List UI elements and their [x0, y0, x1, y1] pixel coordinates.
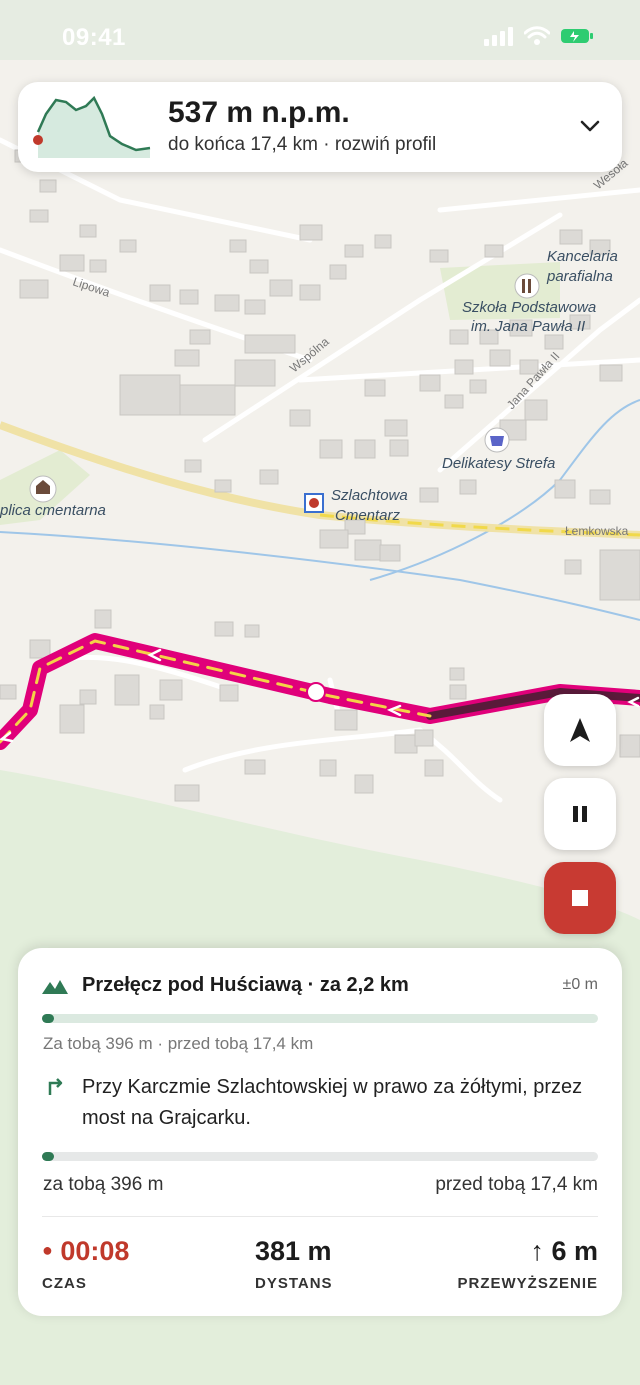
stat-distance-label: DYSTANS [255, 1275, 333, 1292]
waypoint-row[interactable]: Przełęcz pod Huściawą · za 2,2 km ±0 m [42, 974, 598, 1000]
distance-behind: za tobą 396 m [43, 1174, 164, 1195]
turn-right-icon [48, 1078, 63, 1095]
stat-time: ● 00:08 CZAS [42, 1236, 129, 1292]
waypoint-distance: Za tobą 396 m · przed tobą 17,4 km [43, 1034, 314, 1053]
mountain-icon [42, 980, 68, 994]
map-label-school: Szkoła Podstawowa [462, 299, 596, 316]
stat-distance: 381 m DYSTANS [255, 1236, 333, 1292]
route-progress-fill [42, 1152, 55, 1161]
chevron-down-icon[interactable] [576, 112, 604, 140]
waypoint-progress-bar [42, 1014, 598, 1023]
navigation-panel: Przełęcz pod Huściawą · za 2,2 km ±0 m Z… [18, 948, 622, 1316]
elevation-subtitle[interactable]: do końca 17,4 km · rozwiń profil [168, 134, 436, 156]
recording-dot-icon: ● [42, 1240, 53, 1260]
elevation-value: 537 m n.p.m. [168, 96, 350, 129]
status-time: 09:41 [62, 24, 126, 51]
recenter-button[interactable] [544, 694, 616, 766]
signal-icon [484, 27, 513, 46]
street-lemkowska: Łemkowska [565, 524, 629, 538]
stat-elevation-gain-value: ↑ 6 m [530, 1236, 598, 1266]
waypoint-title: Przełęcz pod Huściawą · za 2,2 km [82, 974, 409, 996]
stat-elevation-gain-label: PRZEWYŻSZENIE [457, 1275, 598, 1292]
route-progress-bar [42, 1152, 598, 1161]
battery-icon [561, 29, 593, 43]
distance-ahead: przed tobą 17,4 km [435, 1174, 598, 1195]
map-label-kancelaria: Kancelaria [547, 248, 618, 265]
stat-distance-value: 381 m [255, 1236, 332, 1266]
map-label-delikatesy: Delikatesy Strefa [442, 455, 555, 472]
pause-button[interactable] [544, 778, 616, 850]
divider [42, 1216, 598, 1217]
status-bar: 09:41 [0, 0, 640, 72]
map-label-szlachtowa: Szlachtowa [331, 487, 408, 504]
map-label-school-2: im. Jana Pawła II [471, 318, 585, 335]
map-label-cmentarz: Cmentarz [335, 507, 401, 524]
stat-elevation-gain: ↑ 6 m PRZEWYŻSZENIE [457, 1236, 598, 1292]
waypoint-elevation-delta: ±0 m [562, 976, 598, 993]
status-icons [484, 26, 594, 46]
stat-time-label: CZAS [42, 1275, 87, 1292]
pause-icon [573, 806, 587, 822]
navigation-arrow-icon [570, 718, 590, 742]
instruction-text: Przy Karczmie Szlachtowskiej w prawo za … [82, 1076, 583, 1129]
map-label-kaplica: plica cmentarna [0, 502, 106, 519]
elevation-profile-graph[interactable] [32, 92, 156, 158]
waypoint-progress-fill [42, 1014, 55, 1023]
map-label-kancelaria-2: parafialna [546, 268, 613, 285]
elevation-card[interactable]: 537 m n.p.m. do końca 17,4 km · rozwiń p… [18, 82, 622, 172]
stop-button[interactable] [544, 862, 616, 934]
stop-icon [572, 890, 588, 906]
wifi-icon [524, 26, 550, 45]
stat-time-value: ● 00:08 [42, 1236, 130, 1266]
